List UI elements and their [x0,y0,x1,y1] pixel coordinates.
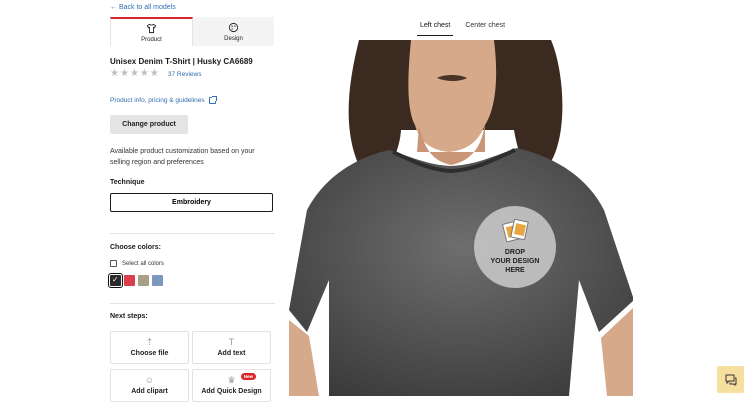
design-drop-zone[interactable]: DROP YOUR DESIGN HERE [474,206,556,288]
tab-product-label: Product [141,36,162,43]
add-text-button[interactable]: T Add text [192,331,271,364]
color-swatches: ✓ [108,273,163,288]
embroidery-technique-button[interactable]: Embroidery [110,193,273,212]
swatch-red[interactable] [124,275,135,286]
chat-icon [725,374,736,386]
divider [110,233,275,234]
availability-text: Available product customization based on… [110,148,255,166]
tab-design[interactable]: Design [193,17,274,46]
select-all-colors[interactable]: Select all colors [110,260,164,267]
drop-zone-line-1: DROP [504,249,526,256]
add-clipart-button[interactable]: ☺ Add clipart [110,369,189,402]
technique-label: Technique [110,179,145,186]
product-designer-page: ← Back to all models Product Design Unis… [0,0,744,414]
upload-icon: ⇡ [145,337,154,347]
choose-file-label: Choose file [130,350,169,357]
placement-tabs: Left chest Center chest [417,22,508,36]
back-to-models-link[interactable]: ← Back to all models [110,4,176,11]
star-icon: ★ [119,68,129,79]
select-all-checkbox[interactable] [110,260,117,267]
divider [110,303,275,304]
reviews-link[interactable]: 37 Reviews [168,71,202,78]
add-clipart-label: Add clipart [131,388,168,395]
swatch-olive[interactable] [138,275,149,286]
add-quick-design-button[interactable]: ♛ Add Quick Design New [192,369,271,402]
tab-product[interactable]: Product [110,17,193,46]
star-icon: ★ [149,68,159,79]
crown-icon: ♛ [227,375,236,385]
swatch-blue[interactable] [152,275,163,286]
swatch-black-denim[interactable]: ✓ [108,273,123,288]
product-info-link[interactable]: Product info, pricing & guidelines [110,96,217,104]
smiley-icon: ☺ [144,375,155,385]
drop-zone-line-2: YOUR DESIGN [490,258,540,265]
editor-tabs: Product Design [110,17,274,46]
tshirt-icon [146,23,157,33]
next-steps-label: Next steps: [110,313,148,320]
choose-colors-label: Choose colors: [110,244,161,251]
drop-zone-line-3: HERE [505,267,525,274]
product-mockup-preview [289,40,633,396]
check-icon: ✓ [112,275,119,284]
change-product-button[interactable]: Change product [110,115,188,134]
add-quick-design-label: Add Quick Design [201,388,262,395]
product-title: Unisex Denim T-Shirt | Husky CA6689 [110,57,253,66]
palette-icon [228,22,239,32]
choose-file-button[interactable]: ⇡ Choose file [110,331,189,364]
add-text-label: Add text [217,350,246,357]
tab-design-label: Design [224,35,243,42]
image-cards-icon [501,218,529,243]
text-icon: T [228,337,235,347]
chat-button[interactable] [717,366,744,393]
new-badge: New [240,373,256,380]
external-link-icon [208,96,217,104]
product-info-label: Product info, pricing & guidelines [110,97,205,104]
star-icon: ★ [110,68,119,79]
tab-center-chest[interactable]: Center chest [462,22,508,36]
star-icon: ★ [139,68,149,79]
select-all-label: Select all colors [122,260,165,267]
tab-left-chest[interactable]: Left chest [417,22,454,36]
mockup-photo [289,40,633,396]
star-icon: ★ [129,68,139,79]
rating[interactable]: ★ ★ ★ ★ ★ 37 Reviews [110,69,201,79]
